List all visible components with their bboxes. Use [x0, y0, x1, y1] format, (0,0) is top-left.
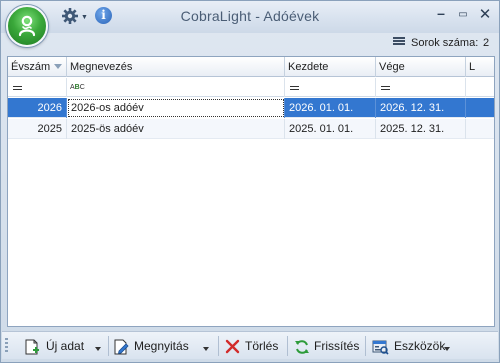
cell-kezdete[interactable]: 2026. 01. 01. — [285, 98, 376, 118]
column-header-evszam[interactable]: Évszám — [8, 57, 67, 77]
column-header-label: L — [469, 61, 476, 73]
window-title: CobraLight - Adóévek — [180, 8, 320, 24]
status-row: Sorok száma: 2 — [7, 33, 493, 53]
new-button[interactable]: Új adat — [24, 335, 102, 357]
delete-x-icon — [225, 339, 240, 354]
filter-cell-evszam[interactable] — [8, 78, 67, 97]
toolbar-separator — [218, 336, 219, 356]
column-header-label: Évszám — [11, 61, 51, 73]
cell-megnevezes[interactable]: 2025-ös adóév — [67, 119, 285, 139]
toolbar-grip[interactable] — [5, 338, 8, 354]
tools-icon — [372, 340, 389, 355]
tools-button[interactable]: Eszközök — [372, 335, 456, 357]
filter-equals-icon[interactable] — [381, 86, 390, 90]
delete-button-label: Törlés — [245, 339, 279, 353]
sort-arrow-icon — [54, 64, 62, 69]
table-row[interactable]: 2025 2025-ös adóév 2025. 01. 01. 2025. 1… — [8, 119, 494, 139]
new-document-icon — [25, 339, 39, 355]
column-header-l[interactable]: L — [466, 57, 494, 77]
filter-row: ABC — [8, 78, 494, 97]
open-button[interactable]: Megnyitás — [113, 335, 211, 357]
open-edit-icon — [114, 339, 129, 355]
close-button[interactable]: ✕ — [475, 6, 495, 24]
data-grid[interactable]: Évszám Megnevezés Kezdete Vége L ABC 202… — [7, 56, 495, 327]
cell-l[interactable] — [466, 119, 494, 139]
cell-vege[interactable]: 2026. 12. 31. — [376, 98, 466, 118]
rows-icon — [393, 37, 405, 47]
row-count-label: Sorok száma: — [411, 37, 479, 49]
column-header-vege[interactable]: Vége — [376, 57, 466, 77]
grid-header: Évszám Megnevezés Kezdete Vége L — [8, 57, 494, 77]
cell-megnevezes[interactable]: 2026-os adóév — [67, 98, 285, 118]
tools-button-label: Eszközök — [394, 339, 446, 353]
cell-evszam[interactable]: 2025 — [8, 119, 67, 139]
filter-cell-l[interactable] — [466, 78, 494, 97]
new-dropdown-arrow-icon[interactable] — [95, 347, 101, 351]
app-window: ▼ i CobraLight - Adóévek – ▭ ✕ Sorok szá… — [0, 0, 500, 363]
app-orb-icon[interactable] — [6, 5, 48, 47]
refresh-button[interactable]: Frissítés — [294, 335, 360, 357]
maximize-button[interactable]: ▭ — [453, 6, 473, 24]
cell-l[interactable] — [466, 98, 494, 118]
refresh-button-label: Frissítés — [314, 339, 360, 353]
open-button-label: Megnyitás — [134, 339, 189, 353]
refresh-icon — [295, 340, 309, 354]
filter-cell-kezdete[interactable] — [285, 78, 376, 97]
new-button-label: Új adat — [46, 339, 85, 353]
delete-button[interactable]: Törlés — [225, 335, 283, 357]
row-count-value: 2 — [483, 37, 490, 49]
title-bar[interactable]: ▼ i CobraLight - Adóévek – ▭ ✕ — [1, 1, 499, 33]
minimize-button[interactable]: – — [431, 6, 451, 24]
filter-abc-c: C — [79, 84, 85, 91]
filter-cell-megnevezes[interactable]: ABC — [67, 78, 285, 97]
bottom-toolbar: Új adat Megnyitás Törlés Frissítés Eszkö… — [2, 331, 498, 359]
toolbar-separator — [108, 336, 109, 356]
table-row[interactable]: 2026 2026-os adóév 2026. 01. 01. 2026. 1… — [8, 98, 494, 118]
cell-evszam[interactable]: 2026 — [8, 98, 67, 118]
tools-dropdown-arrow-icon[interactable] — [444, 347, 450, 351]
column-header-kezdete[interactable]: Kezdete — [285, 57, 376, 77]
toolbar-separator — [365, 336, 366, 356]
filter-abc-icon[interactable]: ABC — [70, 83, 85, 93]
column-header-megnevezes[interactable]: Megnevezés — [67, 57, 285, 77]
column-header-label: Megnevezés — [70, 61, 133, 73]
open-dropdown-arrow-icon[interactable] — [203, 347, 209, 351]
cell-kezdete[interactable]: 2025. 01. 01. — [285, 119, 376, 139]
column-header-label: Vége — [379, 61, 405, 73]
filter-cell-vege[interactable] — [376, 78, 466, 97]
filter-equals-icon[interactable] — [13, 86, 22, 90]
cell-vege[interactable]: 2025. 12. 31. — [376, 119, 466, 139]
filter-equals-icon[interactable] — [290, 86, 299, 90]
column-header-label: Kezdete — [288, 61, 329, 73]
toolbar-separator — [287, 336, 288, 356]
